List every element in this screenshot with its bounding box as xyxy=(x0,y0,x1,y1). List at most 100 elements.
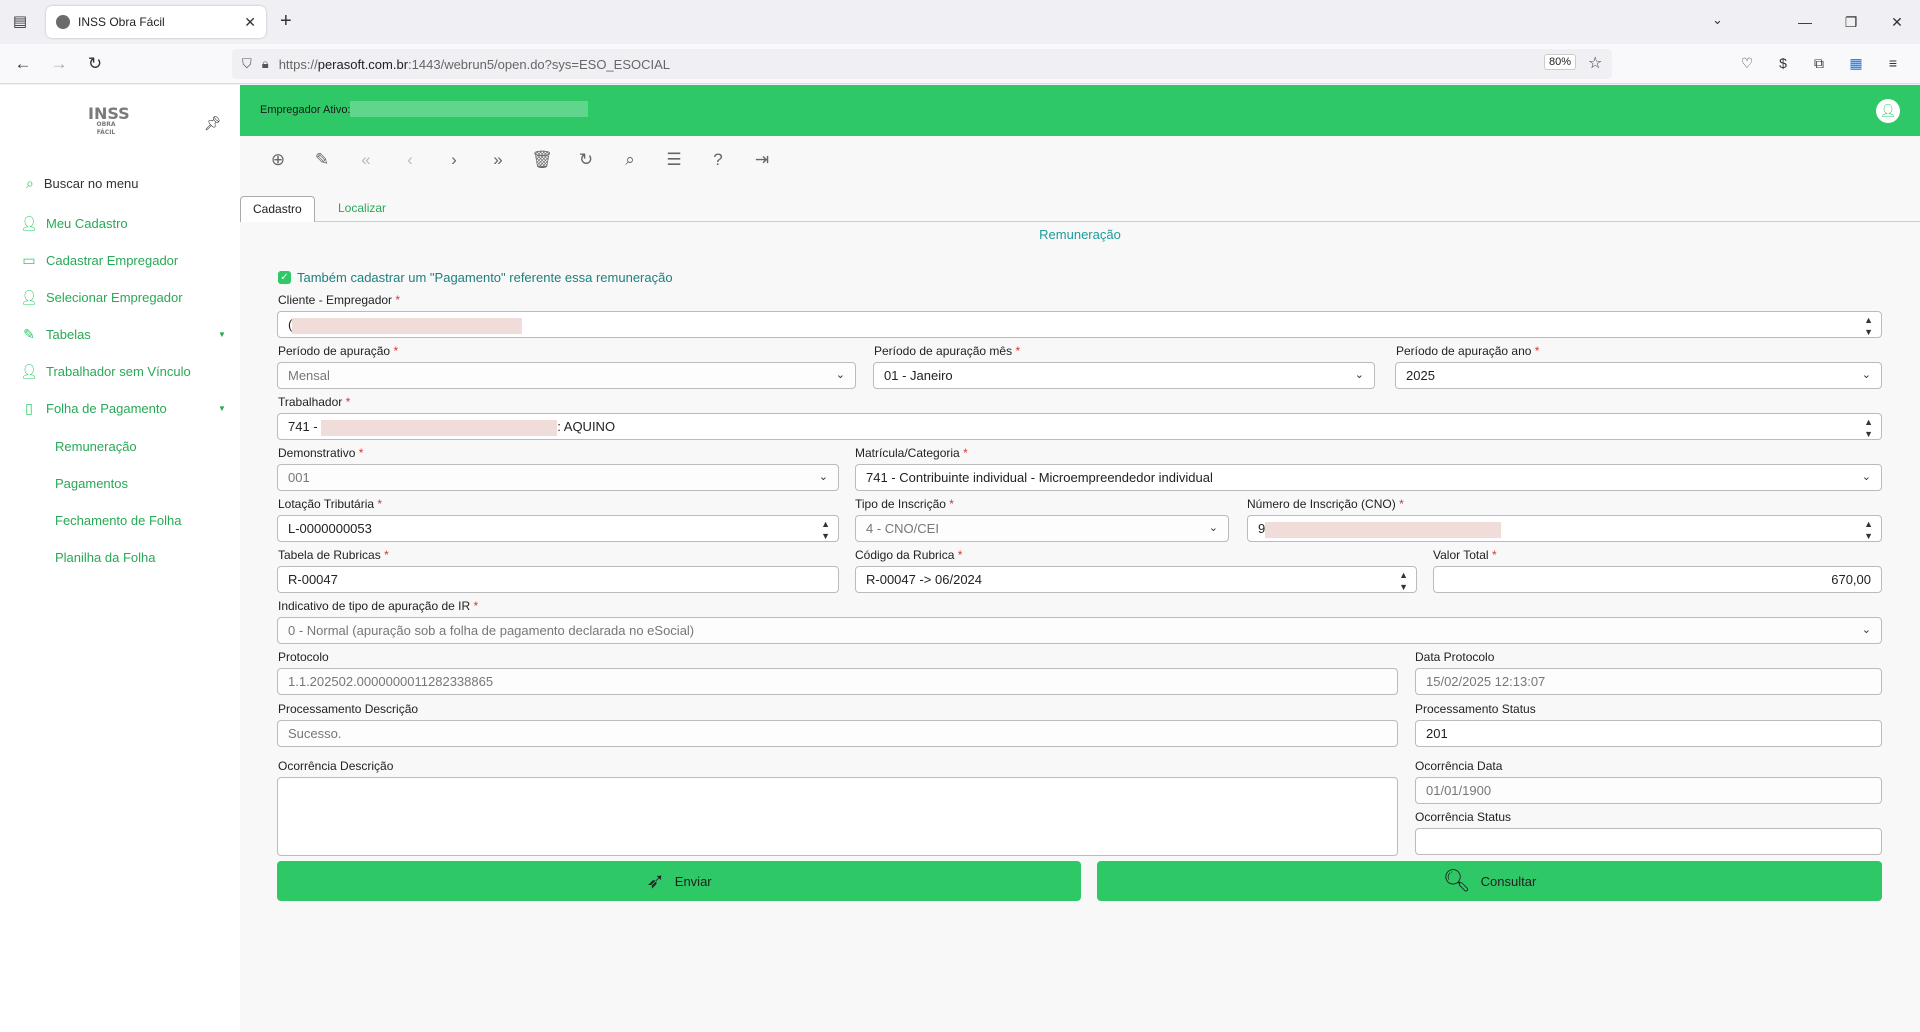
close-tab-icon[interactable]: ✕ xyxy=(244,14,256,31)
user-avatar-icon[interactable]: 👤︎ xyxy=(1876,99,1900,123)
search-menu[interactable]: ⌕ Buscar no menu xyxy=(26,175,139,192)
trabalhador-select[interactable]: 741 - : AQUINO ▲ ▼ xyxy=(277,413,1882,440)
valor-total-input[interactable]: 670,00 xyxy=(1433,566,1882,593)
extensions-icon[interactable]: ⧉ xyxy=(1810,54,1828,72)
updown-icon: ▲ ▼ xyxy=(1864,315,1873,337)
ocorr-status-input[interactable] xyxy=(1415,828,1882,855)
pin-icon[interactable]: 📌︎ xyxy=(204,115,222,132)
ocorr-status-label: Ocorrência Status xyxy=(1415,810,1512,824)
exit-icon[interactable]: ⇥ xyxy=(740,150,784,170)
ocorr-desc-textarea[interactable] xyxy=(277,777,1398,856)
id-card-icon: ▭ xyxy=(22,252,36,268)
indicativo-label: Indicativo de tipo de apuração de IR * xyxy=(278,599,479,613)
tab-localizar[interactable]: Localizar xyxy=(326,196,398,222)
pagamento-checkbox[interactable]: ✓ Também cadastrar um "Pagamento" refere… xyxy=(278,270,673,285)
close-window-icon[interactable]: ✕ xyxy=(1874,14,1920,31)
browser-tab[interactable]: INSS Obra Fácil ✕ xyxy=(46,6,266,38)
back-icon[interactable]: ← xyxy=(12,53,34,75)
extension-dollar-icon[interactable]: $ xyxy=(1774,54,1792,72)
url-bar[interactable]: ⛉ 🔒︎ https://perasoft.com.br:1443/webrun… xyxy=(232,49,1612,79)
cliente-label: Cliente - Empregador * xyxy=(278,293,401,307)
last-record-icon[interactable]: » xyxy=(476,150,520,170)
checkbox-checked-icon[interactable]: ✓ xyxy=(278,271,291,284)
url-text: https://perasoft.com.br:1443/webrun5/ope… xyxy=(278,56,671,72)
indicativo-select[interactable]: 0 - Normal (apuração sob a folha de paga… xyxy=(277,617,1882,644)
menu-icon[interactable]: ≡ xyxy=(1884,54,1902,72)
sidebar-item-selecionar-empregador[interactable]: 👤︎ Selecionar Empregador xyxy=(20,289,182,306)
ocorr-data-input[interactable]: 01/01/1900 xyxy=(1415,777,1882,804)
protocolo-input[interactable]: 1.1.202502.0000000011282338865 xyxy=(277,668,1398,695)
cliente-select[interactable]: ( ▲ ▼ xyxy=(277,311,1882,338)
reload-icon[interactable]: ↻ xyxy=(84,53,106,75)
previous-record-icon[interactable]: ‹ xyxy=(388,150,432,170)
periodo-ano-select[interactable]: 2025 ⌄ xyxy=(1395,362,1882,389)
data-protocolo-input[interactable]: 15/02/2025 12:13:07 xyxy=(1415,668,1882,695)
ocorr-data-label: Ocorrência Data xyxy=(1415,759,1503,773)
forward-icon[interactable]: → xyxy=(48,53,70,75)
search-menu-label: Buscar no menu xyxy=(43,176,139,191)
edit-icon[interactable]: ✎ xyxy=(300,150,344,170)
edit-file-icon: ✎ xyxy=(23,326,35,342)
pocket-icon[interactable]: ♡ xyxy=(1738,54,1756,72)
chevron-down-icon[interactable]: ⌄ xyxy=(1712,12,1723,28)
section-title: Remuneração xyxy=(1039,227,1121,242)
apps-grid-icon[interactable]: ▦ xyxy=(1847,54,1865,72)
tab-cadastro[interactable]: Cadastro xyxy=(240,196,315,222)
caret-down-icon: ▼ xyxy=(218,404,226,413)
proc-status-input[interactable]: 201 xyxy=(1415,720,1882,747)
lotacao-select[interactable]: L-0000000053 ▲ ▼ xyxy=(277,515,839,542)
chevron-down-icon: ⌄ xyxy=(1354,369,1364,381)
sidebar-subitem-remuneracao[interactable]: Remuneração xyxy=(55,439,137,454)
first-record-icon[interactable]: « xyxy=(344,150,388,170)
matricula-label: Matrícula/Categoria * xyxy=(855,446,968,460)
sidebar-item-trabalhador-sem-vinculo[interactable]: 👤︎ Trabalhador sem Vínculo xyxy=(20,363,191,380)
consultar-button[interactable]: 🔍︎ Consultar xyxy=(1097,861,1882,901)
minimize-icon[interactable]: — xyxy=(1782,14,1828,30)
user-edit-icon: 👤︎ xyxy=(20,215,38,231)
sidebar-subitem-fechamento-de-folha[interactable]: Fechamento de Folha xyxy=(55,513,181,528)
numero-inscricao-label: Número de Inscrição (CNO) * xyxy=(1247,497,1404,511)
delete-icon[interactable]: 🗑︎ xyxy=(520,150,564,170)
sidebar-item-tabelas[interactable]: ✎ Tabelas ▼ xyxy=(20,326,226,343)
file-dollar-icon: ▯ xyxy=(25,400,33,416)
proc-desc-label: Processamento Descrição xyxy=(278,702,419,716)
sidebar-item-folha-de-pagamento[interactable]: ▯ Folha de Pagamento ▼ xyxy=(20,400,226,417)
restore-icon[interactable]: ❐ xyxy=(1828,14,1874,31)
ocorr-desc-label: Ocorrência Descrição xyxy=(278,759,394,773)
sidebar-subitem-planilha-da-folha[interactable]: Planilha da Folha xyxy=(55,550,155,565)
search-icon[interactable]: ⌕ xyxy=(608,150,652,170)
matricula-select[interactable]: 741 - Contribuinte individual - Microemp… xyxy=(855,464,1882,491)
enviar-button[interactable]: ➶ Enviar xyxy=(277,861,1081,901)
data-protocolo-label: Data Protocolo xyxy=(1415,650,1495,664)
tipo-inscricao-select[interactable]: 4 - CNO/CEI ⌄ xyxy=(855,515,1229,542)
lock-icon: 🔒︎ xyxy=(261,56,269,71)
new-tab-icon[interactable]: + xyxy=(280,10,292,33)
form-tabs: Cadastro Localizar xyxy=(240,196,1920,222)
help-icon[interactable]: ? xyxy=(696,150,740,170)
search-icon: ⌕ xyxy=(26,175,34,191)
updown-icon: ▲ ▼ xyxy=(1399,570,1408,592)
masked-value xyxy=(321,419,558,436)
add-icon[interactable]: ⊕ xyxy=(256,150,300,170)
sidebar-item-meu-cadastro[interactable]: 👤︎ Meu Cadastro xyxy=(20,215,128,232)
shield-icon: ⛉ xyxy=(242,56,252,71)
sidebar-item-cadastrar-empregador[interactable]: ▭ Cadastrar Empregador xyxy=(20,252,178,269)
sidebar-subitem-pagamentos[interactable]: Pagamentos xyxy=(55,476,128,491)
zoom-level[interactable]: 80% xyxy=(1544,54,1577,70)
next-record-icon[interactable]: › xyxy=(432,150,476,170)
list-icon[interactable]: ☰ xyxy=(652,150,696,170)
bookmark-star-icon[interactable]: ☆ xyxy=(1588,53,1602,73)
periodo-mes-select[interactable]: 01 - Janeiro ⌄ xyxy=(873,362,1375,389)
demonstrativo-select[interactable]: 001 ⌄ xyxy=(277,464,839,491)
codigo-rubrica-select[interactable]: R-00047 -> 06/2024 ▲ ▼ xyxy=(855,566,1417,593)
refresh-icon[interactable]: ↻ xyxy=(564,150,608,170)
proc-desc-input[interactable]: Sucesso. xyxy=(277,720,1398,747)
periodo-label: Período de apuração * xyxy=(278,344,399,358)
periodo-select[interactable]: Mensal ⌄ xyxy=(277,362,856,389)
logo: INSS OBRA FÁCIL xyxy=(88,104,130,137)
tabela-rubricas-input[interactable]: R-00047 xyxy=(277,566,839,593)
employer-label: Empregador Ativo: xyxy=(260,104,351,116)
user-check-icon: 👤︎ xyxy=(20,289,38,305)
tab-list-icon[interactable]: ▤ xyxy=(10,12,30,32)
numero-inscricao-select[interactable]: 9 ▲ ▼ xyxy=(1247,515,1882,542)
